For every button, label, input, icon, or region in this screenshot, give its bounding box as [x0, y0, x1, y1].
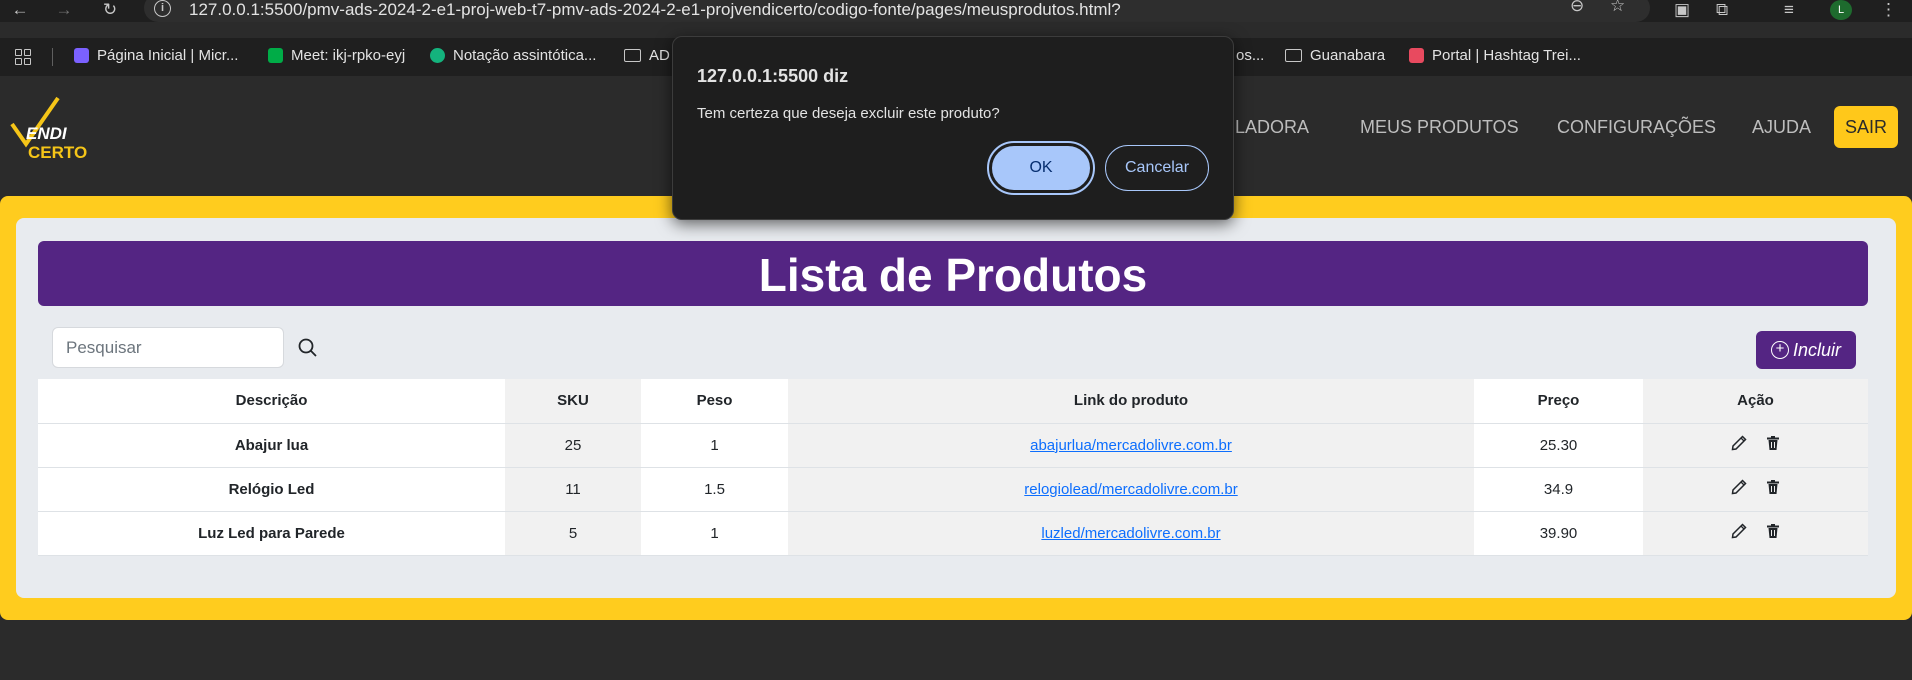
- cell-descricao: Abajur lua: [38, 423, 505, 468]
- column-header: Preço: [1474, 379, 1643, 424]
- delete-trash-icon[interactable]: [1765, 523, 1781, 539]
- cell-descricao: Relógio Led: [38, 467, 505, 512]
- cancel-button[interactable]: Cancelar: [1105, 145, 1209, 191]
- cell-preco: 39.90: [1474, 511, 1643, 556]
- extension-icon[interactable]: ▣: [1674, 0, 1690, 20]
- url-text[interactable]: 127.0.0.1:5500/pmv-ads-2024-2-e1-proj-we…: [189, 0, 1121, 20]
- bookmark-item[interactable]: Página Inicial | Micr...: [74, 47, 238, 64]
- zoom-icon[interactable]: ⊖: [1570, 0, 1584, 16]
- bookmark-separator: [52, 48, 53, 66]
- cell-peso: 1: [641, 423, 788, 468]
- cell-sku: 11: [505, 467, 641, 512]
- media-control-icon[interactable]: ≡: [1784, 0, 1794, 20]
- table-row: Luz Led para Parede 5 1 luzled/mercadoli…: [38, 511, 1868, 556]
- cell-acao: [1643, 511, 1868, 556]
- nav-meus-produtos[interactable]: MEUS PRODUTOS: [1360, 117, 1519, 138]
- table-header-row: Descrição SKU Peso Link do produto Preço…: [38, 379, 1868, 424]
- nav-ajuda[interactable]: AJUDA: [1752, 117, 1811, 138]
- column-header: Descrição: [38, 379, 505, 424]
- edit-pencil-icon[interactable]: [1731, 523, 1747, 539]
- cell-link: abajurlua/mercadolivre.com.br: [788, 423, 1474, 468]
- dialog-message: Tem certeza que deseja excluir este prod…: [697, 105, 1000, 122]
- nav-calculadora[interactable]: ULADORA: [1222, 117, 1309, 138]
- cell-acao: [1643, 423, 1868, 468]
- bookmark-folder[interactable]: Guanabara: [1285, 47, 1385, 64]
- profile-avatar[interactable]: L: [1830, 0, 1852, 20]
- bookmark-star-icon[interactable]: ☆: [1610, 0, 1625, 16]
- logout-button[interactable]: SAIR: [1834, 106, 1898, 148]
- column-header: Ação: [1643, 379, 1868, 424]
- cell-sku: 25: [505, 423, 641, 468]
- delete-trash-icon[interactable]: [1765, 435, 1781, 451]
- column-header: SKU: [505, 379, 641, 424]
- cell-peso: 1: [641, 511, 788, 556]
- column-header: Peso: [641, 379, 788, 424]
- product-link[interactable]: luzled/mercadolivre.com.br: [1041, 525, 1220, 542]
- folder-icon: [624, 49, 641, 62]
- reload-icon[interactable]: ↻: [96, 0, 124, 22]
- cell-link: luzled/mercadolivre.com.br: [788, 511, 1474, 556]
- cell-peso: 1.5: [641, 467, 788, 512]
- page-title: Lista de Produtos: [38, 241, 1868, 306]
- apps-grid-icon[interactable]: [15, 49, 32, 66]
- table-row: Abajur lua 25 1 abajurlua/mercadolivre.c…: [38, 423, 1868, 468]
- extensions-puzzle-icon[interactable]: ⧉: [1716, 0, 1728, 20]
- search-icon[interactable]: [297, 337, 319, 359]
- product-link[interactable]: relogiolead/mercadolivre.com.br: [1024, 481, 1237, 498]
- edit-pencil-icon[interactable]: [1731, 435, 1747, 451]
- back-arrow-icon[interactable]: ←: [6, 0, 34, 22]
- site-info-icon[interactable]: i: [154, 0, 171, 17]
- meet-icon: [268, 48, 283, 63]
- bookmark-item[interactable]: os...: [1236, 47, 1264, 64]
- add-product-button[interactable]: + Incluir: [1756, 331, 1856, 369]
- site-icon: [430, 48, 445, 63]
- hashtag-icon: [1409, 48, 1424, 63]
- table-row: Relógio Led 11 1.5 relogiolead/mercadoli…: [38, 467, 1868, 512]
- cell-preco: 34.9: [1474, 467, 1643, 512]
- product-link[interactable]: abajurlua/mercadolivre.com.br: [1030, 437, 1232, 454]
- microsoft-icon: [74, 48, 89, 63]
- bookmark-item[interactable]: Portal | Hashtag Trei...: [1409, 47, 1581, 64]
- bookmark-folder[interactable]: AD: [624, 47, 670, 64]
- bookmark-item[interactable]: Meet: ikj-rpko-eyj: [268, 47, 405, 64]
- menu-kebab-icon[interactable]: ⋮: [1880, 0, 1897, 20]
- browser-toolbar: ← → ↻ i 127.0.0.1:5500/pmv-ads-2024-2-e1…: [0, 0, 1912, 22]
- confirm-dialog: 127.0.0.1:5500 diz Tem certeza que desej…: [672, 36, 1234, 220]
- edit-pencil-icon[interactable]: [1731, 479, 1747, 495]
- delete-trash-icon[interactable]: [1765, 479, 1781, 495]
- cell-descricao: Luz Led para Parede: [38, 511, 505, 556]
- address-bar[interactable]: i 127.0.0.1:5500/pmv-ads-2024-2-e1-proj-…: [144, 0, 1650, 22]
- cell-sku: 5: [505, 511, 641, 556]
- dialog-origin: 127.0.0.1:5500 diz: [697, 66, 849, 86]
- bookmark-item[interactable]: Notação assintótica...: [430, 47, 596, 64]
- ok-button[interactable]: OK: [987, 141, 1095, 195]
- products-table: Descrição SKU Peso Link do produto Preço…: [38, 379, 1868, 556]
- cell-preco: 25.30: [1474, 423, 1643, 468]
- forward-arrow-icon[interactable]: →: [50, 0, 78, 22]
- folder-icon: [1285, 49, 1302, 62]
- search-input[interactable]: [52, 327, 284, 368]
- cell-link: relogiolead/mercadolivre.com.br: [788, 467, 1474, 512]
- nav-configuracoes[interactable]: CONFIGURAÇÕES: [1557, 117, 1716, 138]
- plus-circle-icon: +: [1770, 341, 1789, 359]
- page-footer-area: [0, 620, 1912, 680]
- cell-acao: [1643, 467, 1868, 512]
- vendicerto-logo[interactable]: ENDI CERTO: [10, 94, 90, 166]
- column-header: Link do produto: [788, 379, 1474, 424]
